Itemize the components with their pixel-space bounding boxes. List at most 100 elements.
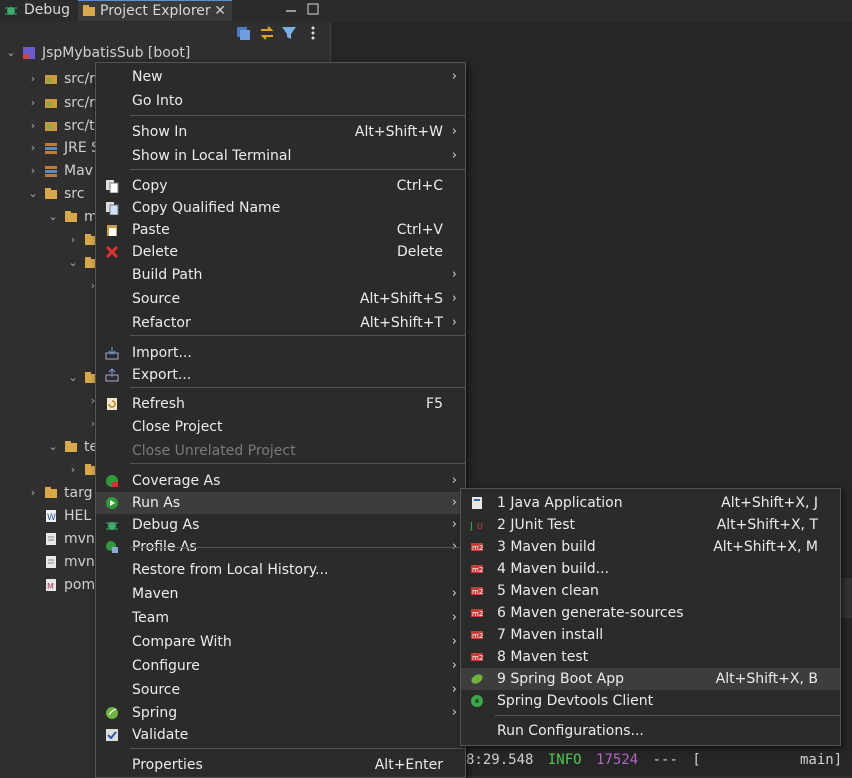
menu-item-import[interactable]: Import...	[96, 342, 465, 364]
menu-item-compare-with[interactable]: Compare With ›	[96, 631, 465, 653]
menu-item-close-unrelated-project: Close Unrelated Project	[96, 440, 465, 462]
chevron-down-icon[interactable]: ⌄	[28, 183, 38, 205]
collapse-all-icon[interactable]	[234, 24, 252, 42]
minimize-icon[interactable]	[284, 4, 298, 18]
menu-item-label: 1 Java Application	[497, 495, 623, 511]
menu-item-export[interactable]: Export...	[96, 364, 465, 386]
run-as-item-8-maven-test[interactable]: m2 8 Maven test	[461, 646, 840, 668]
menu-item-validate[interactable]: Validate	[96, 724, 465, 746]
tab-project-explorer-label: Project Explorer	[100, 3, 211, 19]
menu-item-new[interactable]: New ›	[96, 66, 465, 88]
chevron-right-icon[interactable]: ›	[68, 459, 78, 481]
menu-item-properties[interactable]: Properties Alt+Enter	[96, 754, 465, 776]
menu-item-show-in[interactable]: Show In Alt+Shift+W ›	[96, 121, 465, 143]
tab-debug[interactable]: Debug	[0, 0, 76, 22]
chevron-right-icon[interactable]: ›	[28, 137, 38, 159]
menu-item-configure[interactable]: Configure ›	[96, 655, 465, 677]
chevron-down-icon[interactable]: ⌄	[68, 252, 78, 274]
menu-item-shortcut: Alt+Shift+W	[354, 124, 443, 140]
svg-text:J: J	[470, 521, 473, 532]
file-icon	[46, 533, 56, 545]
tree-item-label: mvn	[64, 554, 95, 570]
paste-icon	[107, 225, 117, 236]
svg-text:m2: m2	[472, 544, 483, 552]
folder-icon	[65, 441, 77, 452]
chevron-right-icon: ›	[451, 495, 457, 510]
svg-text:M: M	[47, 582, 54, 591]
menu-item-copy-qualified-name[interactable]: Copy Qualified Name	[96, 197, 465, 219]
chevron-right-icon[interactable]: ›	[28, 68, 38, 90]
run-as-item-4-maven-build[interactable]: m2 4 Maven build...	[461, 558, 840, 580]
menu-item-coverage-as[interactable]: Coverage As ›	[96, 470, 465, 492]
menu-item-team[interactable]: Team ›	[96, 607, 465, 629]
chevron-right-icon: ›	[451, 148, 457, 163]
menu-item-go-into[interactable]: Go Into	[96, 90, 465, 112]
chevron-down-icon[interactable]: ⌄	[6, 42, 16, 64]
explorer-toolbar	[234, 24, 326, 44]
run-as-item-6-maven-generate-sources[interactable]: m2 6 Maven generate-sources	[461, 602, 840, 624]
chevron-right-icon: ›	[451, 267, 457, 282]
menu-item-label: Paste	[132, 222, 170, 238]
console-thread: main]	[800, 752, 843, 768]
m2-icon: m2	[471, 609, 483, 618]
chevron-right-icon[interactable]: ›	[28, 160, 38, 182]
menu-item-spring[interactable]: Spring ›	[96, 702, 465, 724]
import-icon	[105, 347, 119, 360]
chevron-right-icon[interactable]: ›	[28, 92, 38, 114]
menu-item-label: 9 Spring Boot App	[497, 671, 625, 687]
view-menu-icon[interactable]	[304, 24, 322, 42]
run-as-item-5-maven-clean[interactable]: m2 5 Maven clean	[461, 580, 840, 602]
menu-item-source[interactable]: Source Alt+Shift+S ›	[96, 288, 465, 310]
menu-item-close-project[interactable]: Close Project	[96, 416, 465, 438]
menu-item-build-path[interactable]: Build Path ›	[96, 264, 465, 286]
chevron-right-icon: ›	[451, 517, 457, 532]
chevron-down-icon[interactable]: ⌄	[48, 436, 58, 458]
menu-item-delete[interactable]: Delete Delete	[96, 241, 465, 263]
menu-item-refresh[interactable]: Refresh F5	[96, 393, 465, 415]
tab-project-explorer[interactable]: Project Explorer ✕	[78, 0, 232, 21]
spring-icon	[106, 707, 118, 719]
menu-item-debug-as[interactable]: Debug As ›	[96, 514, 465, 536]
menu-item-refactor[interactable]: Refactor Alt+Shift+T ›	[96, 312, 465, 334]
svg-text:m2: m2	[472, 566, 483, 574]
run-as-item-3-maven-build[interactable]: m2 3 Maven build Alt+Shift+X, M	[461, 536, 840, 558]
chevron-down-icon[interactable]: ⌄	[48, 206, 58, 228]
console-thread-open: [	[692, 752, 701, 768]
close-icon[interactable]: ✕	[214, 1, 226, 21]
menu-item-label: Copy	[132, 178, 168, 194]
filter-icon[interactable]	[280, 24, 298, 42]
file-icon	[46, 556, 56, 568]
menu-item-label: Debug As	[132, 517, 200, 533]
console-time: 8:29.548	[466, 752, 534, 768]
menu-item-label: 5 Maven clean	[497, 583, 599, 599]
menu-item-label: 6 Maven generate-sources	[497, 605, 684, 621]
run-as-item-run-configurations[interactable]: Run Configurations...	[461, 720, 840, 742]
menu-item-source[interactable]: Source ›	[96, 679, 465, 701]
run-as-item-spring-devtools-client[interactable]: Spring Devtools Client	[461, 690, 840, 712]
refresh-icon	[107, 398, 117, 410]
menu-item-run-as[interactable]: Run As ›	[96, 492, 465, 514]
menu-item-maven[interactable]: Maven ›	[96, 583, 465, 605]
menu-item-shortcut: Alt+Enter	[374, 757, 443, 773]
chevron-right-icon: ›	[451, 291, 457, 306]
menu-item-label: Delete	[132, 244, 178, 260]
run-as-item-7-maven-install[interactable]: m2 7 Maven install	[461, 624, 840, 646]
tree-item-label: src/r	[64, 95, 95, 111]
chevron-right-icon[interactable]: ›	[28, 482, 38, 504]
run-as-item-1-java-application[interactable]: 1 Java Application Alt+Shift+X, J	[461, 492, 840, 514]
menu-item-copy[interactable]: Copy Ctrl+C	[96, 175, 465, 197]
chevron-right-icon[interactable]: ›	[68, 229, 78, 251]
menu-item-label: Spring Devtools Client	[497, 693, 654, 709]
maximize-icon[interactable]	[306, 2, 320, 16]
menu-item-shortcut: Alt+Shift+T	[360, 315, 443, 331]
run-as-item-9-spring-boot-app[interactable]: 9 Spring Boot App Alt+Shift+X, B	[461, 668, 840, 690]
chevron-down-icon[interactable]: ⌄	[68, 367, 78, 389]
menu-item-restore-from-local-history[interactable]: Restore from Local History...	[96, 559, 465, 581]
run-as-item-2-junit-test[interactable]: JU 2 JUnit Test Alt+Shift+X, T	[461, 514, 840, 536]
menu-item-paste[interactable]: Paste Ctrl+V	[96, 219, 465, 241]
menu-item-show-in-local-terminal[interactable]: Show in Local Terminal ›	[96, 145, 465, 167]
link-with-editor-icon[interactable]	[258, 24, 276, 42]
tree-item-label: targ	[64, 485, 93, 501]
junit-icon: JU	[470, 521, 483, 532]
chevron-right-icon[interactable]: ›	[28, 115, 38, 137]
